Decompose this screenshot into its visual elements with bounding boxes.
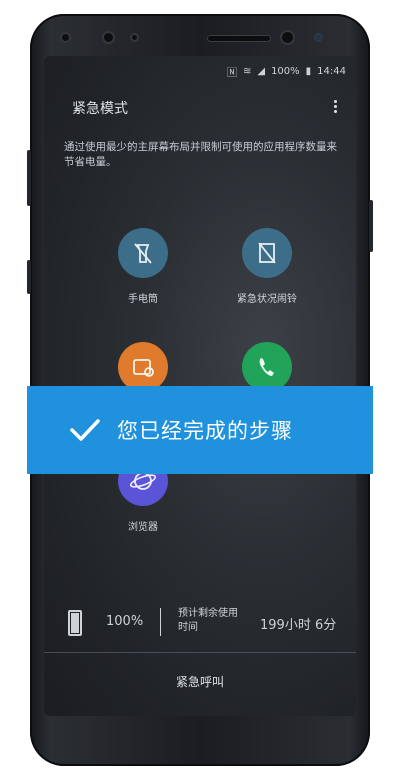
app-phone[interactable] [222, 342, 312, 392]
estimate-label: 预计剩余使用时间 [178, 608, 238, 633]
divider [160, 608, 161, 636]
mode-description: 通过使用最少的主屏幕布局并限制可使用的应用程序数量来节省电量。 [64, 141, 337, 168]
proximity-sensor-icon [316, 35, 321, 40]
bixby-button [27, 260, 31, 294]
banner-text: 您已经完成的步骤 [117, 419, 293, 443]
estimate-value: 199小时 6分 [260, 618, 337, 633]
nfc-icon: 🄽 [226, 68, 237, 79]
volume-button [27, 150, 31, 206]
page-title: 紧急模式 [72, 101, 128, 117]
led-icon [132, 35, 137, 40]
battery-large-icon [68, 610, 82, 636]
app-label: 浏览器 [128, 522, 158, 533]
iris-sensor-icon [62, 34, 69, 41]
power-button [369, 200, 373, 252]
checkmark-icon [70, 419, 100, 441]
battery-info-row: 100% 预计剩余使用时间 199小时 6分 [44, 604, 356, 644]
app-label: 手电筒 [128, 294, 158, 305]
completed-step-banner: 您已经完成的步骤 [27, 386, 373, 474]
app-flashlight[interactable]: 手电筒 [98, 228, 188, 305]
flashlight-off-icon [118, 228, 168, 278]
earpiece-speaker [208, 36, 270, 41]
emergency-call-button[interactable]: 紧急呼叫 [44, 652, 356, 716]
phone-icon [242, 342, 292, 392]
front-sensor-icon [104, 33, 113, 42]
signal-icon: ◢ [257, 66, 266, 77]
front-camera-icon [282, 32, 293, 43]
clock: 14:44 [317, 66, 346, 77]
battery-icon: ▮ [305, 66, 312, 77]
app-label: 紧急状况闹铃 [237, 294, 297, 305]
alarm-bell-off-icon [242, 228, 292, 278]
top-bezel [48, 26, 352, 52]
battery-percent: 100% [271, 66, 300, 77]
more-options-icon[interactable] [332, 98, 338, 116]
app-emergency-alarm[interactable]: 紧急状况闹铃 [222, 228, 312, 305]
share-location-icon [118, 342, 168, 392]
battery-percentage: 100% [106, 614, 144, 629]
status-bar: 🄽 ≋ ◢ 100% ▮ 14:44 [227, 64, 346, 79]
emergency-call-label: 紧急呼叫 [175, 675, 224, 689]
app-share-location[interactable] [98, 342, 188, 392]
wifi-icon: ≋ [242, 66, 252, 77]
